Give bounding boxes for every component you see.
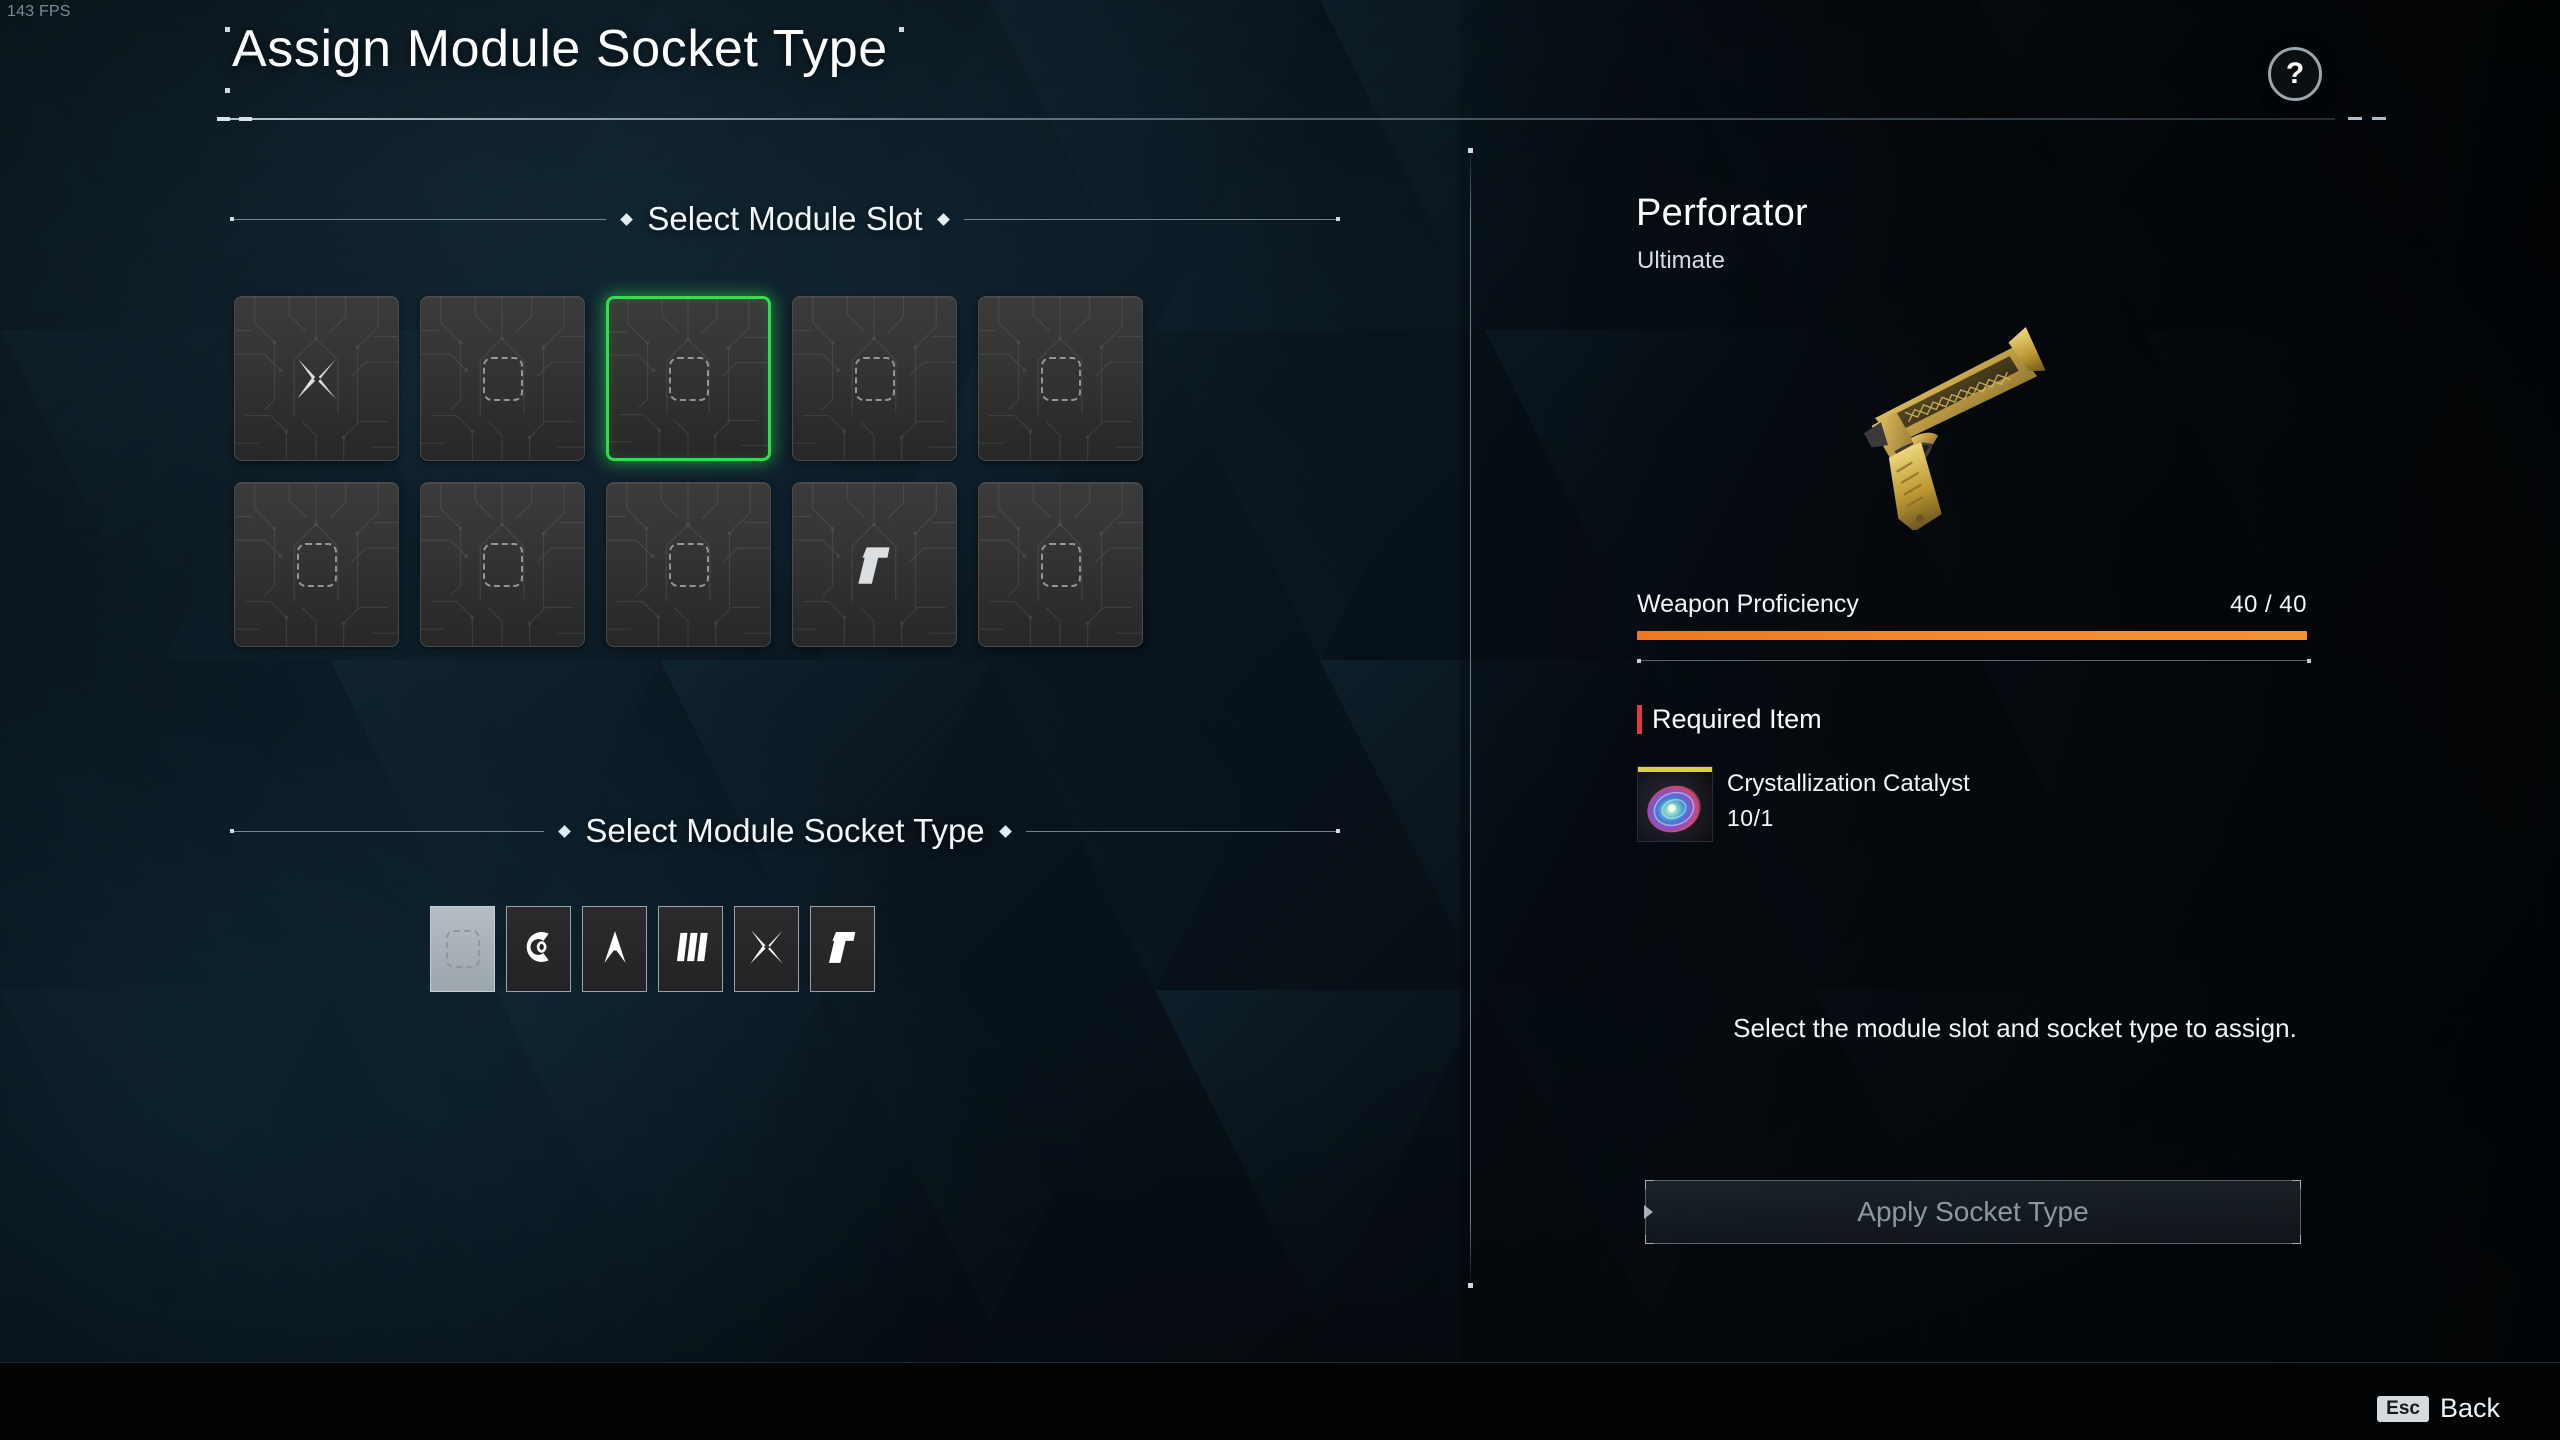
socket-type-option-2[interactable] <box>506 906 571 992</box>
required-item-count: 10/1 <box>1727 805 1774 831</box>
esc-key-badge: Esc <box>2377 1395 2429 1422</box>
title-corner-tick-bottom-left <box>225 88 230 93</box>
apply-button-label: Apply Socket Type <box>1857 1196 2089 1227</box>
rutile-r-icon <box>793 483 956 646</box>
title-underline-end-dash-1 <box>2348 117 2362 120</box>
xantic-star-icon <box>745 925 789 974</box>
section-diamond-left-2 <box>558 824 572 838</box>
module-slot-section-label: Select Module Slot <box>647 200 923 237</box>
required-item-name: Crystallization Catalyst <box>1727 770 1970 797</box>
module-slot-5[interactable] <box>978 296 1143 461</box>
panel-divider <box>1468 148 1473 1288</box>
socket-type-option-3[interactable] <box>582 906 647 992</box>
module-slot-7[interactable] <box>420 482 585 647</box>
empty-socket-icon <box>793 297 956 460</box>
weapon-proficiency-block: Weapon Proficiency 40 / 40 <box>1637 590 2307 640</box>
socket-type-option-1[interactable] <box>430 906 495 992</box>
module-slot-grid <box>234 296 1143 647</box>
apply-corner-bl <box>1645 1235 1654 1244</box>
section-diamond-right <box>936 212 950 226</box>
section-diamond-left <box>620 212 634 226</box>
title-underline <box>217 117 2335 121</box>
apply-corner-br <box>2292 1235 2301 1244</box>
weapon-tier: Ultimate <box>1637 247 1726 274</box>
module-slot-6[interactable] <box>234 482 399 647</box>
required-item-header: Required Item <box>1637 704 1822 735</box>
golden-handgun-image <box>1840 300 2080 532</box>
empty-socket-icon <box>421 297 584 460</box>
socket-type-section-label: Select Module Socket Type <box>585 812 985 849</box>
item-rarity-top-bar <box>1638 767 1712 772</box>
module-slot-1[interactable] <box>234 296 399 461</box>
module-slot-9[interactable] <box>792 482 957 647</box>
module-slot-2[interactable] <box>420 296 585 461</box>
help-icon[interactable]: ? <box>2268 47 2322 101</box>
almandine-arrow-icon <box>593 925 637 974</box>
empty-socket-icon <box>421 483 584 646</box>
xantic-star-icon <box>235 297 398 460</box>
empty-socket-icon <box>979 483 1142 646</box>
proficiency-value: 40 / 40 <box>2230 591 2307 618</box>
bottom-bar: Esc Back <box>0 1362 2560 1440</box>
malachite-bars-icon <box>669 925 713 974</box>
title-corner-tick-top-right <box>899 27 904 32</box>
cerulean-c-icon <box>517 925 561 974</box>
socket-type-option-5[interactable] <box>734 906 799 992</box>
apply-button-arrow-icon <box>1644 1205 1653 1219</box>
empty-socket-icon <box>235 483 398 646</box>
socket-type-section-header: Select Module Socket Type <box>230 812 1341 850</box>
module-slot-section-header: Select Module Slot <box>230 200 1341 238</box>
apply-corner-tl <box>1645 1180 1654 1189</box>
proficiency-bar-fill <box>1637 631 2307 640</box>
apply-corner-tr <box>2292 1180 2301 1189</box>
module-slot-8[interactable] <box>606 482 771 647</box>
module-slot-3[interactable] <box>606 296 771 461</box>
apply-socket-type-button[interactable]: Apply Socket Type <box>1644 1180 2301 1244</box>
module-slot-4[interactable] <box>792 296 957 461</box>
empty-socket-icon <box>979 297 1142 460</box>
hint-text: Select the module slot and socket type t… <box>1733 1013 2297 1043</box>
rutile-r-icon <box>821 925 865 974</box>
screen-root: 143 FPS Assign Module Socket Type ? Sele… <box>0 0 2560 1440</box>
empty-socket-icon <box>607 483 770 646</box>
empty-socket-icon <box>445 930 480 968</box>
proficiency-label: Weapon Proficiency <box>1637 590 1859 618</box>
page-title-wrap: Assign Module Socket Type <box>225 20 904 93</box>
title-underline-end-dash-2 <box>2372 117 2386 120</box>
section-diamond-right-2 <box>998 824 1012 838</box>
fps-counter: 143 FPS <box>7 3 71 20</box>
back-label: Back <box>2439 1393 2500 1423</box>
section-line-left-2 <box>230 829 545 833</box>
required-item-texts: Crystallization Catalyst 10/1 <box>1727 766 1970 832</box>
weapon-name: Perforator <box>1636 192 1808 234</box>
socket-type-selector <box>430 906 875 992</box>
section-line-left <box>230 217 607 221</box>
module-slot-10[interactable] <box>978 482 1143 647</box>
socket-type-option-6[interactable] <box>810 906 875 992</box>
crystallization-catalyst-icon <box>1637 766 1713 842</box>
proficiency-bar-track <box>1637 631 2307 640</box>
required-item-heading: Required Item <box>1652 704 1822 734</box>
page-title: Assign Module Socket Type <box>232 20 888 78</box>
title-corner-tick-top-left <box>225 27 230 32</box>
socket-type-option-4[interactable] <box>658 906 723 992</box>
section-line-right-2 <box>1025 829 1341 833</box>
empty-socket-icon <box>609 299 768 458</box>
required-item-accent-bar <box>1637 705 1642 734</box>
section-line-right <box>963 217 1341 221</box>
required-item-row[interactable]: Crystallization Catalyst 10/1 <box>1637 766 1970 842</box>
proficiency-separator <box>1637 658 2311 663</box>
back-button[interactable]: Esc Back <box>2377 1393 2500 1424</box>
